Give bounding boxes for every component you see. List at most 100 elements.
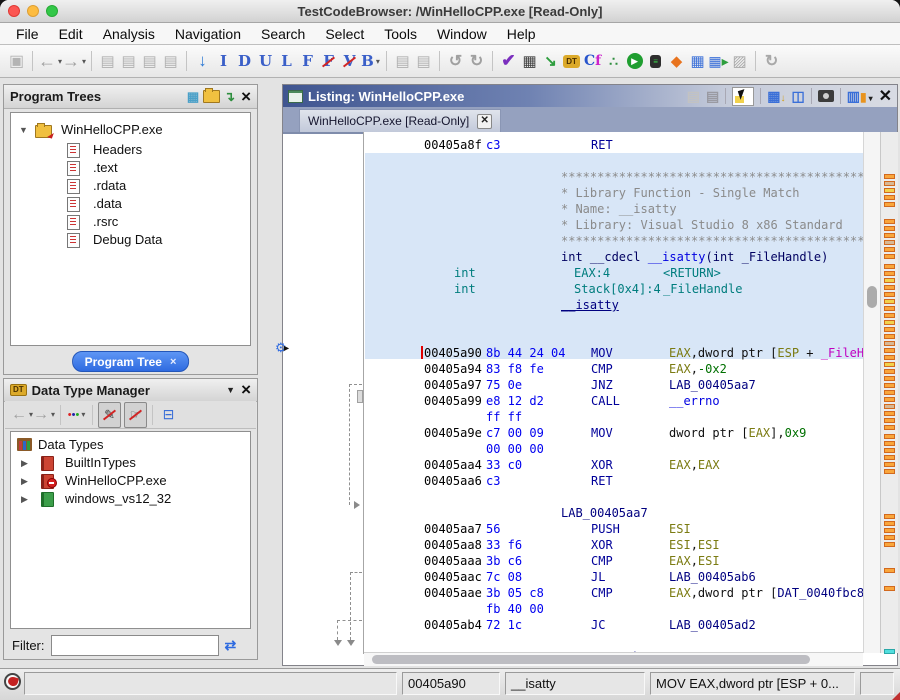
letter-u-icon[interactable]: U — [255, 49, 276, 73]
run-script-icon[interactable]: ▶ — [624, 49, 645, 73]
analysis-marker[interactable] — [884, 376, 895, 381]
analysis-marker[interactable] — [884, 233, 895, 238]
analysis-marker[interactable] — [884, 528, 895, 533]
analysis-marker[interactable] — [884, 469, 895, 474]
back-icon[interactable]: ←▾ — [38, 49, 62, 73]
listing-line-bc-29[interactable]: fb 40 00 — [364, 601, 863, 617]
listing-line-00405a8f-0[interactable]: 00405a8fc3RET — [364, 137, 863, 153]
dtm-disable-pointer-icon[interactable]: ☞ — [124, 402, 147, 428]
save-icon[interactable]: ▣ — [6, 49, 27, 73]
listing-line-p-8[interactable]: intEAX:4<RETURN> — [364, 265, 863, 281]
disassemble-icon[interactable]: ↓ — [192, 49, 213, 73]
analysis-marker[interactable] — [884, 441, 895, 446]
listing-line-bc-17[interactable]: ff ff — [364, 409, 863, 425]
program-trees-close-icon[interactable]: × — [241, 90, 251, 104]
analysis-marker[interactable] — [884, 411, 895, 416]
analysis-marker[interactable] — [884, 418, 895, 423]
analysis-marker[interactable] — [884, 334, 895, 339]
analysis-marker[interactable] — [884, 521, 895, 526]
listing-line-__isatty-10[interactable]: __isatty — [364, 297, 863, 313]
letter-i-icon[interactable]: I — [213, 49, 234, 73]
analysis-marker[interactable] — [884, 397, 895, 402]
analysis-marker[interactable] — [884, 226, 895, 231]
analysis-marker[interactable] — [884, 390, 895, 395]
diamond-icon[interactable]: ◆ — [666, 49, 687, 73]
analysis-marker[interactable] — [884, 649, 895, 654]
vertical-scroll-thumb[interactable] — [867, 286, 877, 308]
diff-view-icon[interactable]: ◫ — [792, 88, 805, 105]
listing-line-00405a99-16[interactable]: 00405a99e8 12 d2CALL__errno — [364, 393, 863, 409]
analysis-marker[interactable] — [884, 247, 895, 252]
analysis-marker[interactable] — [884, 348, 895, 353]
listing-line-00405a90-13[interactable]: 00405a908b 44 24 04MOVEAX,dword ptr [ESP… — [364, 345, 863, 361]
table-view-icon[interactable]: ▦ — [687, 49, 708, 73]
menu-file[interactable]: File — [6, 26, 49, 42]
listing-tab-close-icon[interactable]: ✕ — [477, 114, 492, 129]
dtm-disable-edit-icon[interactable]: ✎ — [98, 402, 121, 428]
save-tree-icon[interactable]: ↴ — [224, 89, 235, 105]
disassembly-view[interactable]: 00405a8fc3RET ***************************… — [363, 132, 863, 654]
binary-format-icon[interactable]: ▦ — [519, 49, 540, 73]
datatype-folder-icon[interactable]: DT — [561, 49, 582, 73]
analysis-marker[interactable] — [884, 264, 895, 269]
dtm-forward-icon[interactable]: →▾ — [33, 403, 55, 427]
forward-icon[interactable]: →▾ — [62, 49, 86, 73]
analysis-marker[interactable] — [884, 455, 895, 460]
open-folder-icon[interactable] — [203, 90, 220, 103]
analysis-marker[interactable] — [884, 299, 895, 304]
clear-flow-icon[interactable]: ▨ — [729, 49, 750, 73]
menu-tools[interactable]: Tools — [374, 26, 427, 42]
analysis-marker[interactable] — [884, 320, 895, 325]
prev-label-icon[interactable]: ▤ — [139, 49, 160, 73]
listing-paste-icon[interactable]: ▤ — [706, 88, 719, 105]
export-green-icon[interactable]: ↘ — [540, 49, 561, 73]
memory-map-icon[interactable]: ≡ — [645, 49, 666, 73]
analysis-marker[interactable] — [884, 188, 895, 193]
analysis-marker[interactable] — [884, 341, 895, 346]
analysis-marker[interactable] — [884, 327, 895, 332]
copy-disabled-icon[interactable]: ▤ — [392, 49, 413, 73]
menu-select[interactable]: Select — [315, 26, 374, 42]
analysis-marker[interactable] — [884, 535, 895, 540]
table-go-icon[interactable]: ▦▸ — [708, 49, 729, 73]
edit-fields-icon[interactable]: ▦↓ — [767, 88, 785, 105]
letter-l-icon[interactable]: L — [276, 49, 297, 73]
listing-vertical-scrollbar[interactable] — [863, 132, 880, 653]
listing-copy-icon[interactable]: ▤ — [687, 88, 700, 105]
analysis-marker[interactable] — [884, 181, 895, 186]
listing-layout-icon[interactable]: ▥▮▾ — [847, 88, 873, 105]
analysis-marker[interactable] — [884, 278, 895, 283]
analysis-marker[interactable] — [884, 313, 895, 318]
paste-disabled-icon[interactable]: ▤ — [413, 49, 434, 73]
menu-edit[interactable]: Edit — [49, 26, 93, 42]
listing-line-00405aa8-25[interactable]: 00405aa833 f6XORESI,ESI — [364, 537, 863, 553]
analysis-marker[interactable] — [884, 448, 895, 453]
new-tree-icon[interactable]: ▦ — [187, 89, 199, 105]
menu-search[interactable]: Search — [251, 26, 315, 42]
prev-function-icon[interactable]: ▤ — [97, 49, 118, 73]
analysis-marker[interactable] — [884, 240, 895, 245]
listing-line-00405aae-28[interactable]: 00405aae3b 05 c8CMPEAX,dword ptr [DAT_00… — [364, 585, 863, 601]
analysis-marker[interactable] — [884, 254, 895, 259]
letter-d-icon[interactable]: D — [234, 49, 255, 73]
analysis-marker[interactable] — [884, 355, 895, 360]
analysis-marker[interactable] — [884, 425, 895, 430]
analysis-marker[interactable] — [884, 369, 895, 374]
listing-line-00405aaa-26[interactable]: 00405aaa3b c6CMPEAX,ESI — [364, 553, 863, 569]
listing-line-LAB_00405aa7-23[interactable]: LAB_00405aa7 — [364, 505, 863, 521]
divider-handle[interactable] — [357, 390, 363, 403]
listing-line-00405a9e-18[interactable]: 00405a9ec7 00 09MOVdword ptr [EAX],0x9 — [364, 425, 863, 441]
next-label-icon[interactable]: ▤ — [160, 49, 181, 73]
analysis-marker[interactable] — [884, 362, 895, 367]
menu-navigation[interactable]: Navigation — [165, 26, 251, 42]
listing-line-**************************************************************-6[interactable]: ****************************************… — [364, 233, 863, 249]
validate-icon[interactable]: ✔ — [498, 49, 519, 73]
analysis-marker[interactable] — [884, 306, 895, 311]
redo-icon[interactable]: ↻ — [466, 49, 487, 73]
listing-horizontal-scrollbar[interactable] — [364, 652, 863, 666]
listing-line-00405ab4-30[interactable]: 00405ab472 1cJCLAB_00405ad2 — [364, 617, 863, 633]
analysis-marker[interactable] — [884, 383, 895, 388]
dtm-conflict-mode-icon[interactable]: •••▾ — [66, 403, 87, 427]
analysis-marker[interactable] — [884, 434, 895, 439]
analysis-marker[interactable] — [884, 174, 895, 179]
